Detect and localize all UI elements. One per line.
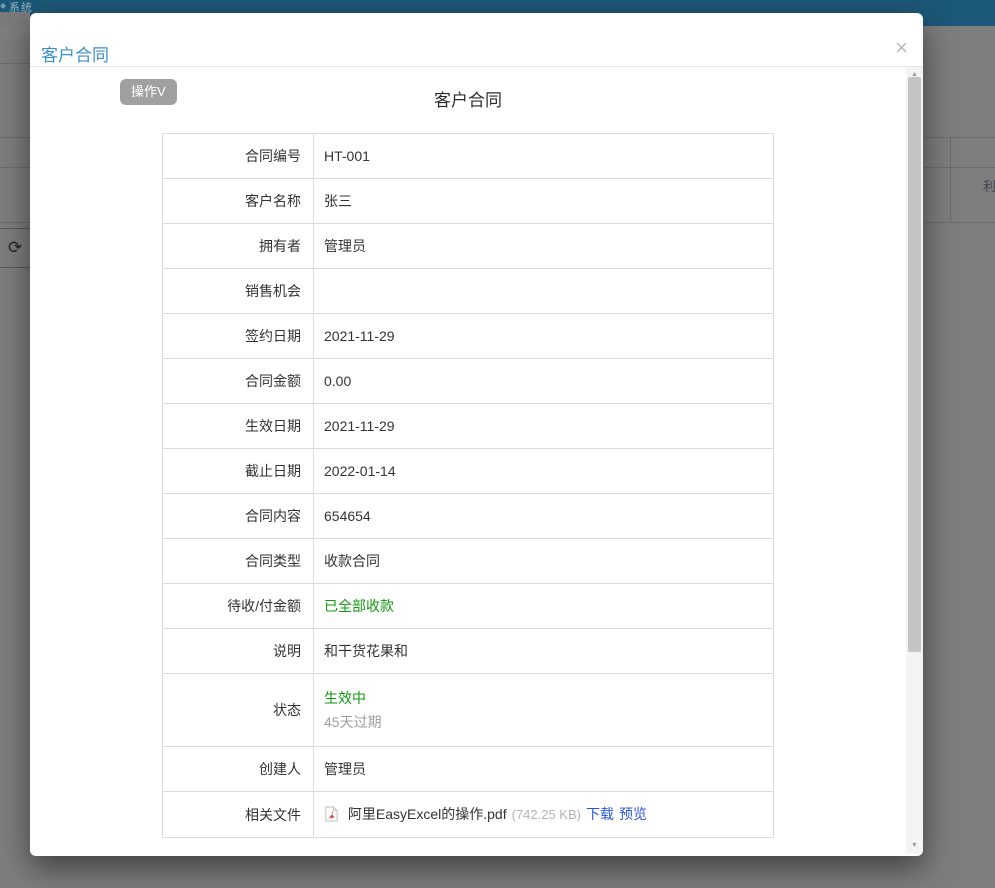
contract-table-body: 合同编号 HT-001 客户名称 张三 拥有者 管理员 销售机会 签约日期 2021-11-29… — [162, 133, 774, 838]
row-value: 收款合同 — [313, 538, 774, 584]
row-value: 2021-11-29 — [313, 403, 774, 449]
modal-body: 操作V 客户合同 合同编号 HT-001 客户名称 张三 拥有者 管理员 销售机会 签约日期 2… — [30, 67, 923, 854]
action-dropdown-button[interactable]: 操作V — [120, 79, 177, 105]
table-row: 状态 生效中 45天过期 — [162, 673, 774, 747]
table-row: 合同金额 0.00 — [162, 358, 774, 404]
topbar-icon: ◆ — [0, 1, 7, 10]
row-label: 截止日期 — [162, 448, 314, 494]
row-label: 合同编号 — [162, 133, 314, 179]
table-row: 客户名称 张三 — [162, 178, 774, 224]
row-label: 销售机会 — [162, 268, 314, 314]
row-label: 待收/付金额 — [162, 583, 314, 629]
value-text: 0.00 — [324, 373, 352, 389]
row-label: 相关文件 — [162, 791, 314, 838]
row-value: 管理员 — [313, 746, 774, 792]
file-name: 阿里EasyExcel的操作.pdf — [347, 806, 507, 822]
background-table-line — [0, 63, 30, 64]
table-row: 销售机会 — [162, 268, 774, 314]
row-value: 张三 — [313, 178, 774, 224]
contract-detail-table: 合同编号 HT-001 客户名称 张三 拥有者 管理员 销售机会 签约日期 2021-11-29… — [162, 133, 774, 838]
table-row: 合同类型 收款合同 — [162, 538, 774, 584]
table-row: 创建人 管理员 — [162, 746, 774, 792]
table-row: 拥有者 管理员 — [162, 223, 774, 269]
value-text: 654654 — [324, 508, 371, 524]
table-row: 合同编号 HT-001 — [162, 133, 774, 179]
pdf-file-icon — [324, 806, 343, 822]
row-label: 签约日期 — [162, 313, 314, 359]
screen: ◆ 系统 利 ⟳ 客户合同 × 操作V 客户合同 合同编号 HT-001 客户名称张… — [0, 0, 995, 888]
close-button[interactable]: × — [895, 37, 908, 59]
preview-link[interactable]: 预览 — [619, 806, 647, 822]
row-value: 生效中 45天过期 — [313, 673, 774, 747]
row-label: 状态 — [162, 673, 314, 747]
value-text: 2022-01-14 — [324, 463, 396, 479]
table-row: 相关文件 阿里EasyExcel的操作.pdf (742.25 KB) 下载 预览 — [162, 791, 774, 838]
table-row: 待收/付金额 已全部收款 — [162, 583, 774, 629]
row-label: 拥有者 — [162, 223, 314, 269]
scrollbar-thumb[interactable] — [908, 77, 921, 652]
row-value: HT-001 — [313, 133, 774, 179]
row-label: 合同类型 — [162, 538, 314, 584]
table-row: 签约日期 2021-11-29 — [162, 313, 774, 359]
background-partial-cell: 利 — [983, 179, 995, 194]
row-value: 654654 — [313, 493, 774, 539]
file-size: (742.25 KB) — [511, 807, 581, 822]
contract-detail-modal: 客户合同 × 操作V 客户合同 合同编号 HT-001 客户名称 张三 拥有者 管理员 销售… — [30, 13, 923, 856]
row-value — [313, 268, 774, 314]
row-label: 合同内容 — [162, 493, 314, 539]
modal-scrollbar[interactable]: ▲ ▼ — [906, 67, 923, 854]
row-value: 2021-11-29 — [313, 313, 774, 359]
scrollbar-down-arrow-icon[interactable]: ▼ — [906, 840, 923, 852]
row-label: 合同金额 — [162, 358, 314, 404]
modal-title: 客户合同 — [41, 46, 109, 65]
download-link[interactable]: 下载 — [586, 806, 614, 822]
row-value: 已全部收款 — [313, 583, 774, 629]
modal-header: 客户合同 × — [30, 13, 923, 67]
background-patch — [0, 12, 30, 26]
value-text: 管理员 — [324, 238, 366, 254]
table-row: 截止日期 2022-01-14 — [162, 448, 774, 494]
row-value: 0.00 — [313, 358, 774, 404]
value-text: 已全部收款 — [324, 598, 394, 614]
table-row: 合同内容 654654 — [162, 493, 774, 539]
table-row: 说明 和干货花果和 — [162, 628, 774, 674]
table-row: 生效日期 2021-11-29 — [162, 403, 774, 449]
value-text: 收款合同 — [324, 553, 380, 569]
row-value: 和干货花果和 — [313, 628, 774, 674]
row-label: 创建人 — [162, 746, 314, 792]
value-text: HT-001 — [324, 148, 370, 164]
value-text: 管理员 — [324, 761, 366, 777]
row-label: 说明 — [162, 628, 314, 674]
value-text: 2021-11-29 — [324, 328, 395, 344]
value-text: 张三 — [324, 193, 352, 209]
row-value: 2022-01-14 — [313, 448, 774, 494]
background-table-vline — [950, 137, 951, 222]
value-text: 和干货花果和 — [324, 643, 408, 659]
value-text: 生效中 — [324, 690, 366, 706]
contract-detail-content: 客户合同 合同编号 HT-001 客户名称 张三 拥有者 管理员 销售机会 签约日期 2021-… — [30, 67, 906, 838]
value-text: 2021-11-29 — [324, 418, 395, 434]
row-label: 生效日期 — [162, 403, 314, 449]
value-text: 45天过期 — [324, 714, 382, 730]
row-label: 客户名称 — [162, 178, 314, 224]
row-value: 阿里EasyExcel的操作.pdf (742.25 KB) 下载 预览 — [313, 791, 774, 838]
row-value: 管理员 — [313, 223, 774, 269]
